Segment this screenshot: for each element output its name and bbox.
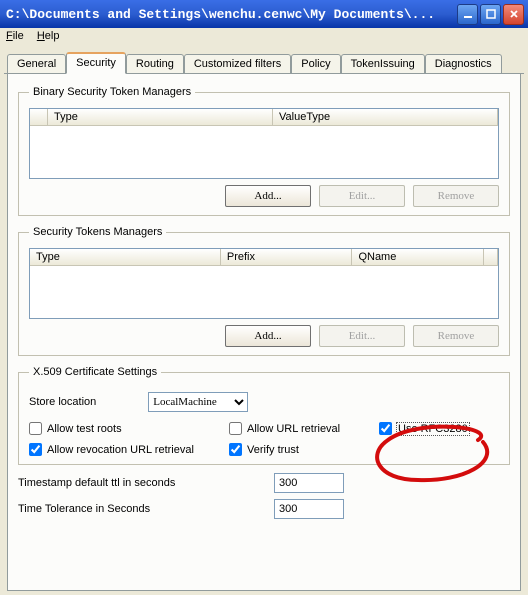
minimize-button[interactable] <box>457 4 478 25</box>
x509-group: X.509 Certificate Settings Store locatio… <box>18 366 510 465</box>
col-qname[interactable]: QName <box>352 249 484 266</box>
use-rfc3280-input[interactable] <box>379 422 392 435</box>
ttl-label: Timestamp default ttl in seconds <box>18 477 274 489</box>
titlebar: C:\Documents and Settings\wenchu.cenwc\M… <box>0 0 528 28</box>
tokens-add-button[interactable]: Add... <box>225 325 311 347</box>
tolerance-label: Time Tolerance in Seconds <box>18 503 274 515</box>
allow-url-retrieval-check[interactable]: Allow URL retrieval <box>229 422 369 435</box>
client-area: General Security Routing Customized filt… <box>4 52 524 591</box>
ttl-input[interactable] <box>274 473 344 493</box>
menu-help[interactable]: Help <box>37 30 60 42</box>
tokens-legend: Security Tokens Managers <box>29 226 166 238</box>
use-rfc3280-check[interactable]: Use RFC3280 <box>379 422 499 435</box>
tokens-group: Security Tokens Managers Type Prefix QNa… <box>18 226 510 356</box>
menu-file[interactable]: File <box>6 30 24 42</box>
binary-add-button[interactable]: Add... <box>225 185 311 207</box>
tab-customized-filters[interactable]: Customized filters <box>184 54 291 73</box>
tab-routing[interactable]: Routing <box>126 54 184 73</box>
binary-edit-button[interactable]: Edit... <box>319 185 405 207</box>
binary-token-group: Binary Security Token Managers Type Valu… <box>18 86 510 216</box>
tokens-remove-button[interactable]: Remove <box>413 325 499 347</box>
col-type[interactable]: Type <box>30 249 221 266</box>
close-button[interactable] <box>503 4 524 25</box>
binary-token-legend: Binary Security Token Managers <box>29 86 195 98</box>
allow-rev-url-input[interactable] <box>29 443 42 456</box>
store-location-label: Store location <box>29 396 96 408</box>
window-title: C:\Documents and Settings\wenchu.cenwc\M… <box>6 7 455 22</box>
maximize-button[interactable] <box>480 4 501 25</box>
binary-token-list[interactable]: Type ValueType <box>29 108 499 179</box>
tokens-edit-button[interactable]: Edit... <box>319 325 405 347</box>
tab-general[interactable]: General <box>7 54 66 73</box>
allow-test-roots-input[interactable] <box>29 422 42 435</box>
store-location-select[interactable]: LocalMachine <box>148 392 248 412</box>
verify-trust-check[interactable]: Verify trust <box>229 443 369 456</box>
tab-tokenissuing[interactable]: TokenIssuing <box>341 54 425 73</box>
tokens-list[interactable]: Type Prefix QName <box>29 248 499 319</box>
tab-diagnostics[interactable]: Diagnostics <box>425 54 502 73</box>
allow-rev-url-check[interactable]: Allow revocation URL retrieval <box>29 443 219 456</box>
tabstrip: General Security Routing Customized filt… <box>4 52 524 74</box>
col-spacer <box>30 109 48 126</box>
col-prefix[interactable]: Prefix <box>221 249 353 266</box>
col-spacer <box>484 249 498 266</box>
col-type[interactable]: Type <box>48 109 273 126</box>
tab-policy[interactable]: Policy <box>291 54 340 73</box>
col-valuetype[interactable]: ValueType <box>273 109 498 126</box>
binary-token-body <box>30 126 498 178</box>
binary-remove-button[interactable]: Remove <box>413 185 499 207</box>
tolerance-input[interactable] <box>274 499 344 519</box>
security-panel: Binary Security Token Managers Type Valu… <box>7 74 521 591</box>
verify-trust-input[interactable] <box>229 443 242 456</box>
allow-test-roots-check[interactable]: Allow test roots <box>29 422 219 435</box>
tab-security[interactable]: Security <box>66 52 126 74</box>
tokens-body <box>30 266 498 318</box>
x509-legend: X.509 Certificate Settings <box>29 366 161 378</box>
menubar: File Help <box>0 28 528 48</box>
allow-url-retrieval-input[interactable] <box>229 422 242 435</box>
